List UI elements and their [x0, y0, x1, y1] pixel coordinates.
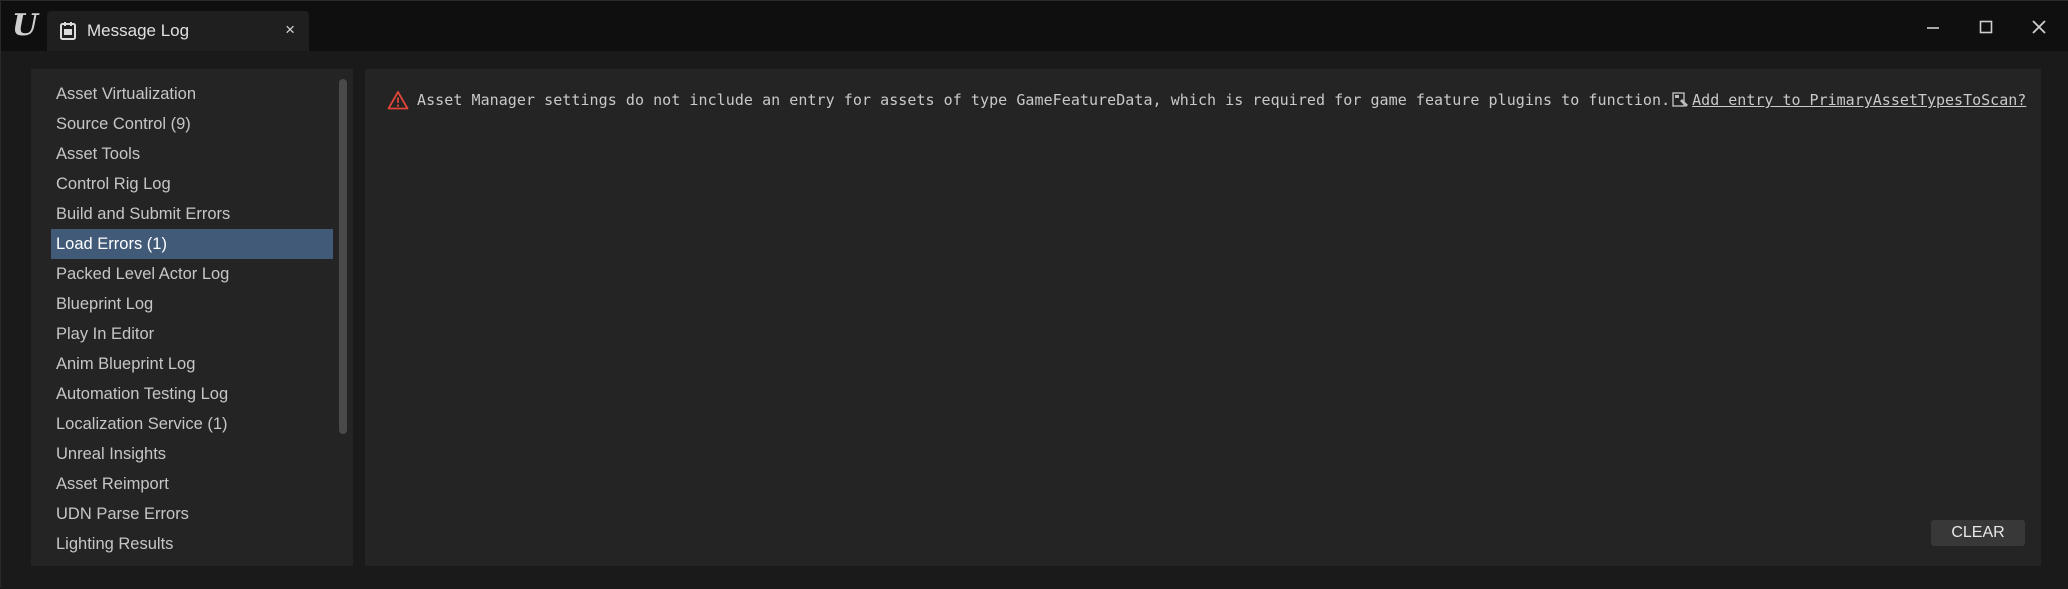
category-item-udn-parse-errors[interactable]: UDN Parse Errors	[51, 499, 333, 529]
category-item-packed-level-actor-log[interactable]: Packed Level Actor Log	[51, 259, 333, 289]
category-panel: Asset Virtualization Source Control (9) …	[31, 69, 353, 566]
close-icon[interactable]	[2027, 15, 2051, 39]
message-log-window: U Message Log × Asset Virtualization Sou	[0, 0, 2068, 589]
message-panel: Asset Manager settings do not include an…	[365, 69, 2041, 566]
clear-button[interactable]: CLEAR	[1931, 520, 2025, 546]
category-item-asset-virtualization[interactable]: Asset Virtualization	[51, 79, 333, 109]
message-text: Asset Manager settings do not include an…	[417, 91, 1671, 109]
category-item-play-in-editor[interactable]: Play In Editor	[51, 319, 333, 349]
unreal-logo-icon: U	[11, 8, 39, 43]
category-item-blueprint-log[interactable]: Blueprint Log	[51, 289, 333, 319]
category-item-asset-tools[interactable]: Asset Tools	[51, 139, 333, 169]
category-item-localization-service[interactable]: Localization Service (1)	[51, 409, 333, 439]
tab-message-log[interactable]: Message Log ×	[47, 11, 309, 51]
tab-title: Message Log	[87, 21, 190, 40]
category-item-unreal-insights[interactable]: Unreal Insights	[51, 439, 333, 469]
category-item-source-control[interactable]: Source Control (9)	[51, 109, 333, 139]
category-scrollbar[interactable]	[339, 79, 347, 434]
maximize-icon[interactable]	[1974, 15, 1998, 39]
category-item-control-rig-log[interactable]: Control Rig Log	[51, 169, 333, 199]
category-item-asset-reimport[interactable]: Asset Reimport	[51, 469, 333, 499]
warning-icon	[387, 91, 409, 110]
title-bar[interactable]: U Message Log ×	[1, 1, 2068, 51]
category-item-automation-testing-log[interactable]: Automation Testing Log	[51, 379, 333, 409]
message-row: Asset Manager settings do not include an…	[387, 89, 2026, 111]
category-item-load-errors[interactable]: Load Errors (1)	[51, 229, 333, 259]
fix-action-icon[interactable]	[1672, 91, 1690, 109]
category-item-anim-blueprint-log[interactable]: Anim Blueprint Log	[51, 349, 333, 379]
tab-close-icon[interactable]: ×	[285, 20, 295, 40]
category-item-build-and-submit-errors[interactable]: Build and Submit Errors	[51, 199, 333, 229]
category-list: Asset Virtualization Source Control (9) …	[51, 79, 333, 559]
scrollbar-thumb[interactable]	[339, 79, 347, 434]
message-log-tab-icon	[60, 22, 76, 40]
add-entry-link[interactable]: Add entry to PrimaryAssetTypesToScan?	[1692, 91, 2026, 109]
category-item-lighting-results[interactable]: Lighting Results	[51, 529, 333, 559]
minimize-icon[interactable]	[1921, 15, 1945, 39]
